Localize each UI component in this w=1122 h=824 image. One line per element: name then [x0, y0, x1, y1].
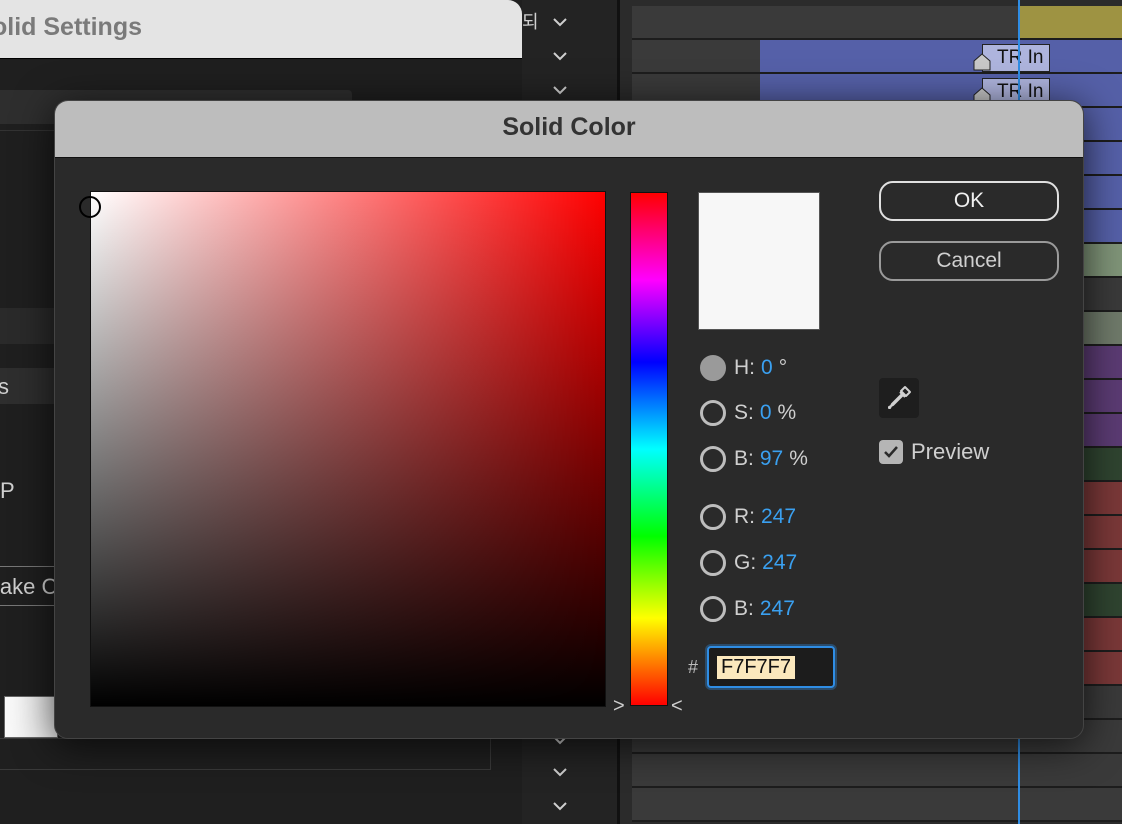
marker-label: TR In: [997, 47, 1044, 68]
brightness-label: B:: [734, 447, 754, 470]
green-label: G:: [734, 551, 757, 574]
color-picker-cursor[interactable]: [79, 196, 101, 218]
eyedropper-button[interactable]: [879, 378, 919, 418]
chevron-down-icon[interactable]: [548, 764, 572, 780]
green-mode-radio[interactable]: G: 247: [700, 548, 803, 578]
saturation-brightness-field[interactable]: [79, 191, 606, 707]
hue-slider-left-handle-icon[interactable]: >: [613, 695, 625, 718]
brightness-unit: %: [789, 447, 808, 470]
green-value[interactable]: 247: [762, 551, 797, 575]
preview-checkbox[interactable]: Preview: [879, 439, 989, 465]
chevron-down-icon[interactable]: [548, 798, 572, 814]
radio-icon[interactable]: [700, 355, 726, 381]
red-value[interactable]: 247: [761, 505, 796, 529]
hex-prefix: #: [688, 657, 699, 677]
marker-arrow-icon: [973, 53, 991, 71]
preview-label: Preview: [911, 439, 990, 464]
hex-color-value[interactable]: F7F7F7: [717, 655, 796, 679]
make-comp-size-label: lake C: [0, 574, 58, 599]
timeline-track[interactable]: [632, 6, 1122, 40]
radio-icon[interactable]: [700, 400, 726, 426]
brightness-value[interactable]: 97: [760, 447, 783, 471]
settings-label: s: [0, 374, 9, 399]
settings-row: [0, 308, 55, 344]
timeline-clip[interactable]: [760, 40, 1122, 72]
red-mode-radio[interactable]: R: 247: [700, 502, 802, 532]
dialog-titlebar[interactable]: Solid Color: [55, 101, 1083, 158]
blue-mode-radio[interactable]: B: 247: [700, 594, 801, 624]
saturation-value[interactable]: 0: [760, 401, 772, 425]
hue-slider[interactable]: [630, 192, 668, 706]
eyedropper-icon: [888, 386, 911, 409]
hue-slider-right-handle-icon[interactable]: <: [671, 695, 683, 718]
cancel-button[interactable]: Cancel: [879, 241, 1059, 281]
hue-mode-radio[interactable]: H: 0 °: [700, 353, 787, 383]
red-label: R:: [734, 505, 755, 528]
timeline-track[interactable]: [632, 754, 1122, 788]
timeline-track[interactable]: [632, 788, 1122, 822]
chevron-down-icon[interactable]: [548, 48, 572, 64]
saturation-label: S:: [734, 401, 754, 424]
timeline-clip[interactable]: [1020, 6, 1122, 38]
settings-label: P: [0, 478, 15, 503]
hex-color-input[interactable]: F7F7F7: [707, 646, 835, 688]
radio-icon[interactable]: [700, 596, 726, 622]
settings-footer: [0, 738, 491, 770]
solid-settings-title: olid Settings: [0, 13, 142, 41]
dialog-title: Solid Color: [502, 113, 636, 141]
timeline-korean-label: 되: [522, 12, 539, 32]
transition-in-marker[interactable]: TR In: [973, 44, 1051, 72]
radio-icon[interactable]: [700, 550, 726, 576]
saturation-unit: %: [777, 401, 797, 424]
radio-icon[interactable]: [700, 446, 726, 472]
brightness-mode-radio[interactable]: B: 97 %: [700, 444, 808, 474]
checkbox-checked-icon[interactable]: [879, 440, 903, 464]
ok-button[interactable]: OK: [879, 181, 1059, 221]
marker-label: TR In: [997, 81, 1044, 102]
chevron-down-icon[interactable]: [548, 82, 572, 98]
solid-color-dialog: Solid Color > < H: 0 ° S: 0 % B: 97 % R:…: [54, 100, 1084, 739]
blue-label: B:: [734, 597, 754, 620]
saturation-mode-radio[interactable]: S: 0 %: [700, 398, 796, 428]
hue-unit: °: [778, 356, 788, 379]
solid-settings-titlebar[interactable]: olid Settings: [0, 0, 522, 59]
solid-color-swatch[interactable]: [4, 696, 58, 738]
hue-label: H:: [734, 356, 755, 379]
blue-value[interactable]: 247: [760, 597, 795, 621]
radio-icon[interactable]: [700, 504, 726, 530]
chevron-down-icon[interactable]: [548, 14, 572, 30]
new-color-preview: [698, 192, 820, 330]
hue-value[interactable]: 0: [761, 356, 773, 380]
